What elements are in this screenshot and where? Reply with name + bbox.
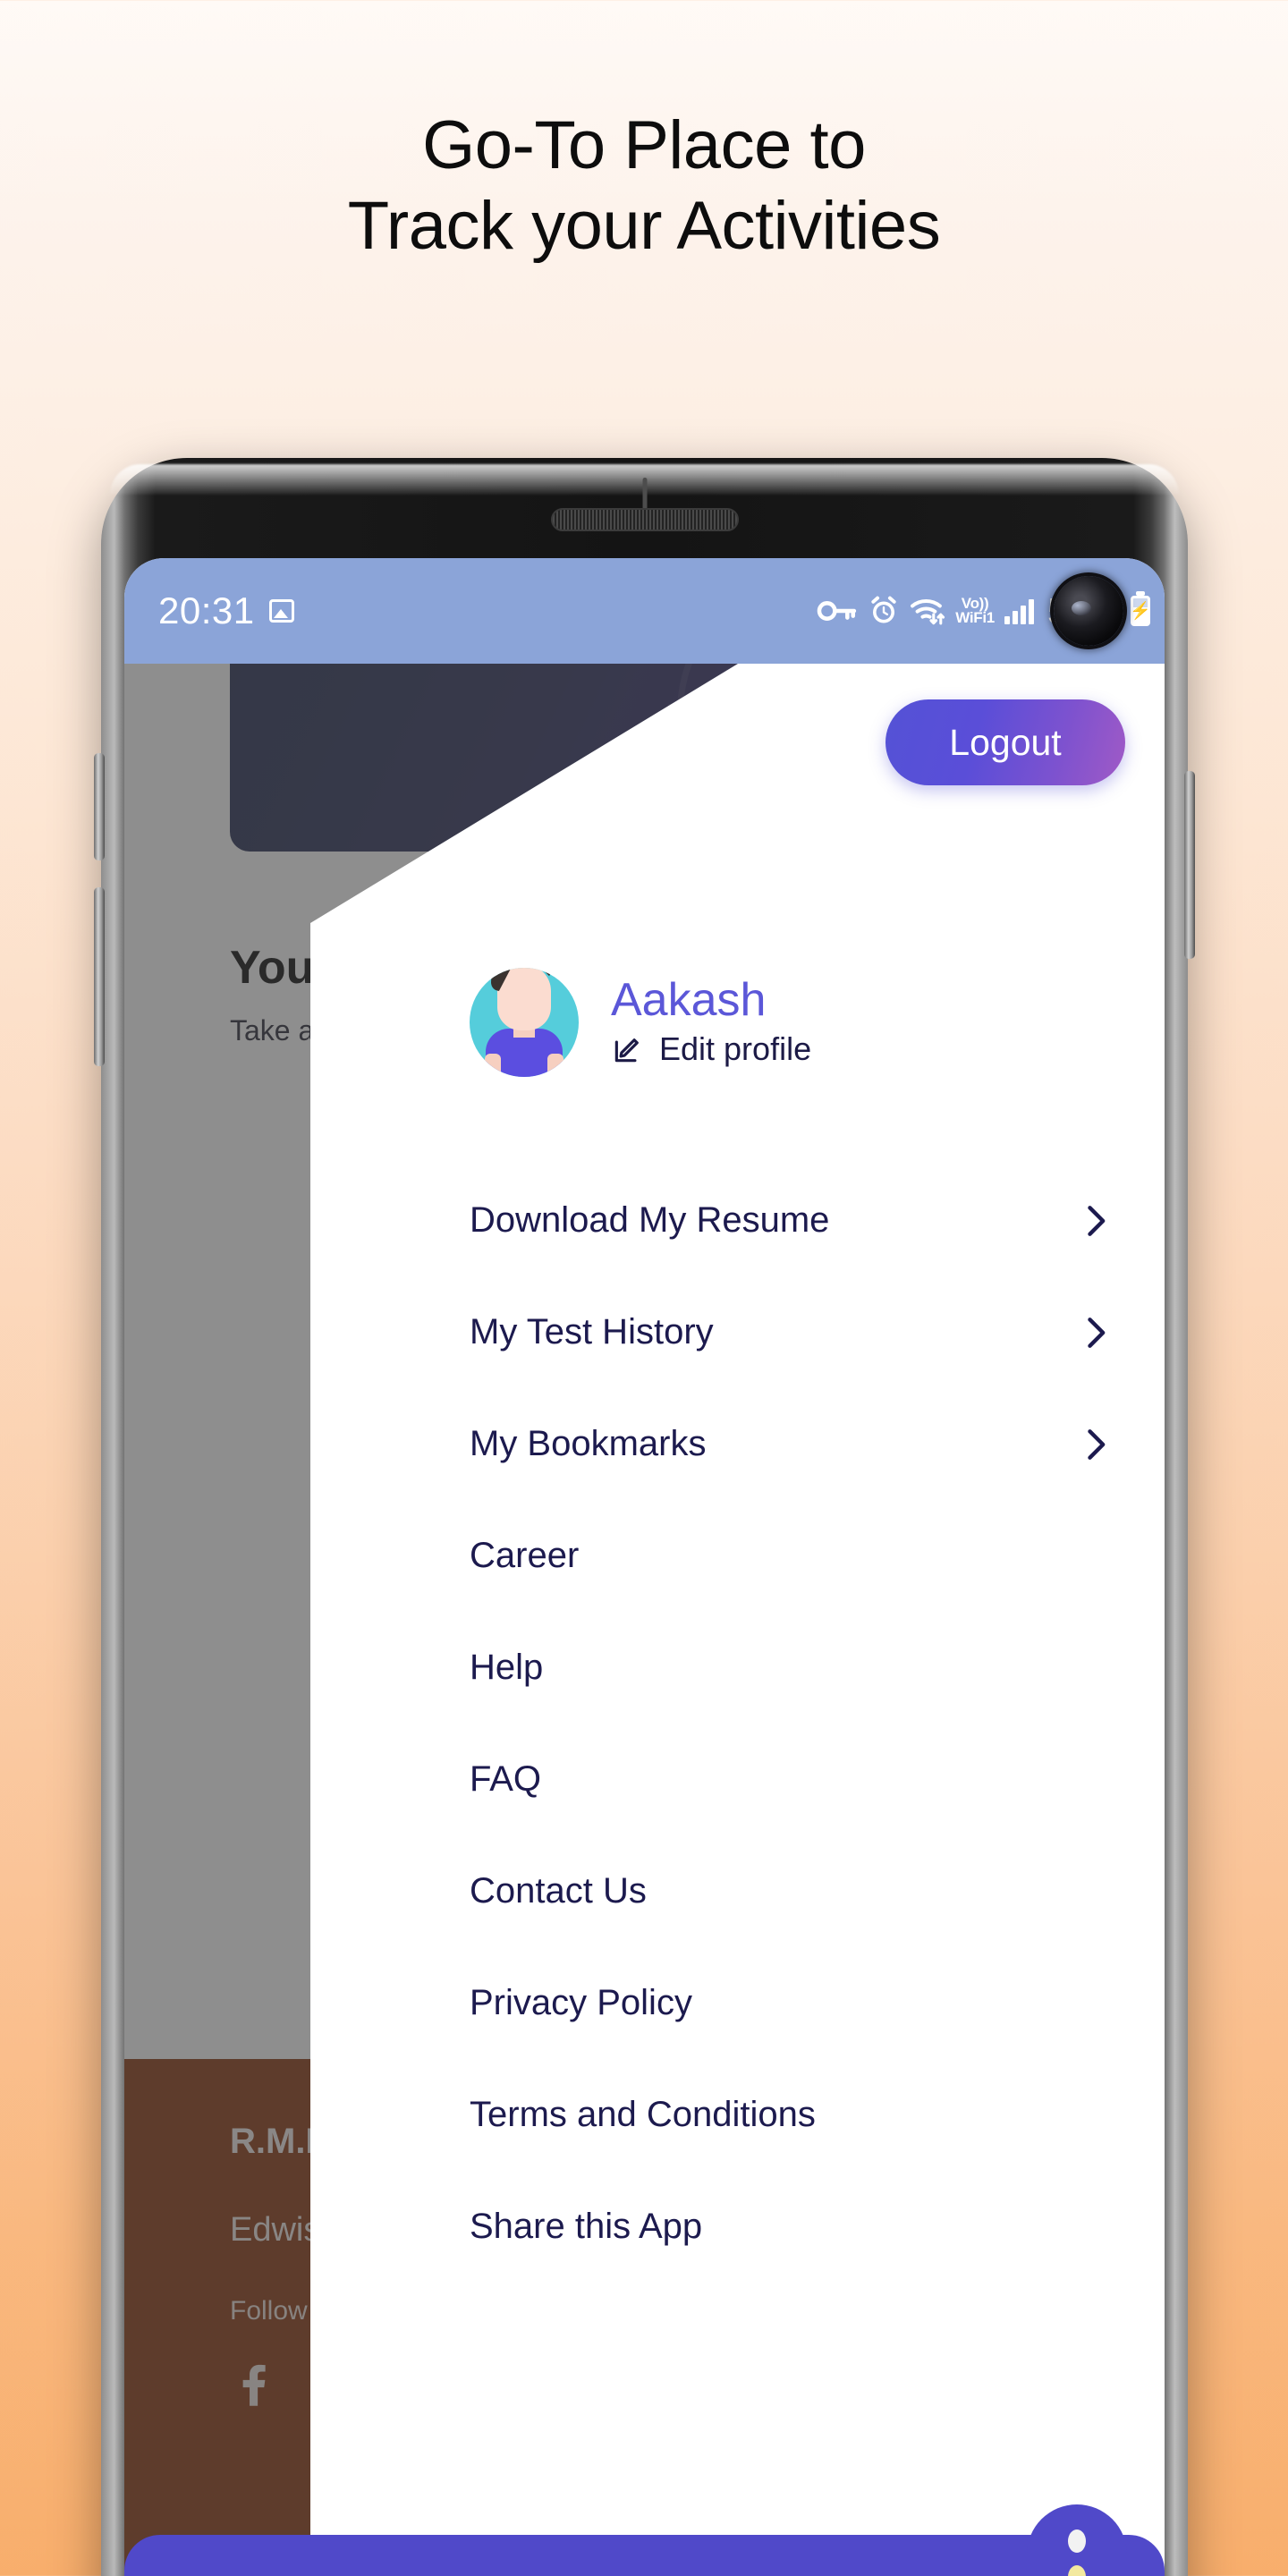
menu-item-download-my-resume[interactable]: Download My Resume [310,1165,1165,1276]
menu-item-label: Download My Resume [470,1200,830,1240]
promo-headline-line2: Track your Activities [347,187,941,264]
alarm-icon [871,596,896,623]
status-bar-time: 20:31 [158,589,255,631]
logout-button[interactable]: Logout [886,699,1125,785]
power-button[interactable] [1184,771,1195,959]
profile-name: Aakash [611,974,767,1026]
avatar [470,968,579,1077]
menu-item-share-this-app[interactable]: Share this App [310,2171,1165,2283]
vowifi-bottom-label: WiFi1 [955,609,995,626]
menu-item-terms-and-conditions[interactable]: Terms and Conditions [310,2059,1165,2171]
nav-item-rewards[interactable] [645,2572,905,2576]
diamond-icon [747,2572,802,2576]
edit-profile-link[interactable]: Edit profile [611,1030,811,1068]
home-icon [226,2572,282,2576]
nav-item-home[interactable] [124,2572,385,2576]
menu-item-label: FAQ [470,1759,542,1799]
edit-pencil-icon [614,1038,639,1063]
image-icon [268,599,294,623]
more-options-icon [1068,2529,1086,2553]
chevron-right-icon [1088,1317,1106,1348]
phone-top-notch [642,478,647,510]
navigation-drawer: Logout Aakash Edit profile Download My R… [310,664,1165,2576]
nav-item-news[interactable] [385,2572,645,2576]
menu-item-label: My Test History [470,1312,714,1352]
vowifi-icon: Vo)) WiFi1 [955,597,995,626]
avatar-arm-right [547,1054,564,1077]
promo-headline: Go-To Place to Track your Activities [0,106,1288,266]
menu-item-faq[interactable]: FAQ [310,1724,1165,1835]
menu-item-career[interactable]: Career [310,1500,1165,1612]
menu-item-label: Privacy Policy [470,1983,692,2022]
menu-item-label: Contact Us [470,1871,647,1911]
wifi-icon [911,599,945,625]
chevron-right-icon [1088,1205,1106,1236]
status-bar: 20:31 Vo)) WiFi1 ⚡ [124,558,1165,664]
menu-item-label: My Bookmarks [470,1424,707,1463]
drawer-menu-list: Download My Resume My Test History My Bo… [310,1165,1165,2283]
phone-screen: Your Take a lo R.M.D. Edwisel Follow us [124,558,1165,2576]
battery-icon: ⚡ [1130,596,1151,626]
key-icon [817,601,857,621]
menu-item-privacy-policy[interactable]: Privacy Policy [310,1947,1165,2059]
promo-headline-line1: Go-To Place to [422,107,866,183]
bottom-navigation-bar [124,2535,1165,2576]
menu-item-my-bookmarks[interactable]: My Bookmarks [310,1388,1165,1500]
menu-item-label: Help [470,1648,544,1687]
news-icon [487,2572,542,2576]
phone-mockup: Your Take a lo R.M.D. Edwisel Follow us [94,458,1195,2576]
chevron-right-icon [1088,1428,1106,1460]
profile-text-block: Aakash Edit profile [611,977,811,1068]
front-camera-punch-hole [1054,576,1123,646]
more-options-icon [1068,2565,1086,2576]
signal-icon [1004,597,1034,624]
menu-item-label: Career [470,1536,580,1575]
profile-header[interactable]: Aakash Edit profile [470,968,811,1077]
menu-item-label: Share this App [470,2207,703,2246]
menu-item-help[interactable]: Help [310,1612,1165,1724]
volume-up-button[interactable] [94,753,105,860]
menu-item-my-test-history[interactable]: My Test History [310,1276,1165,1388]
earpiece-speaker [550,508,739,531]
volume-down-button[interactable] [94,887,105,1066]
menu-item-contact-us[interactable]: Contact Us [310,1835,1165,1947]
edit-profile-label: Edit profile [659,1030,812,1067]
avatar-arm-left [485,1054,501,1077]
menu-item-label: Terms and Conditions [470,2095,816,2134]
